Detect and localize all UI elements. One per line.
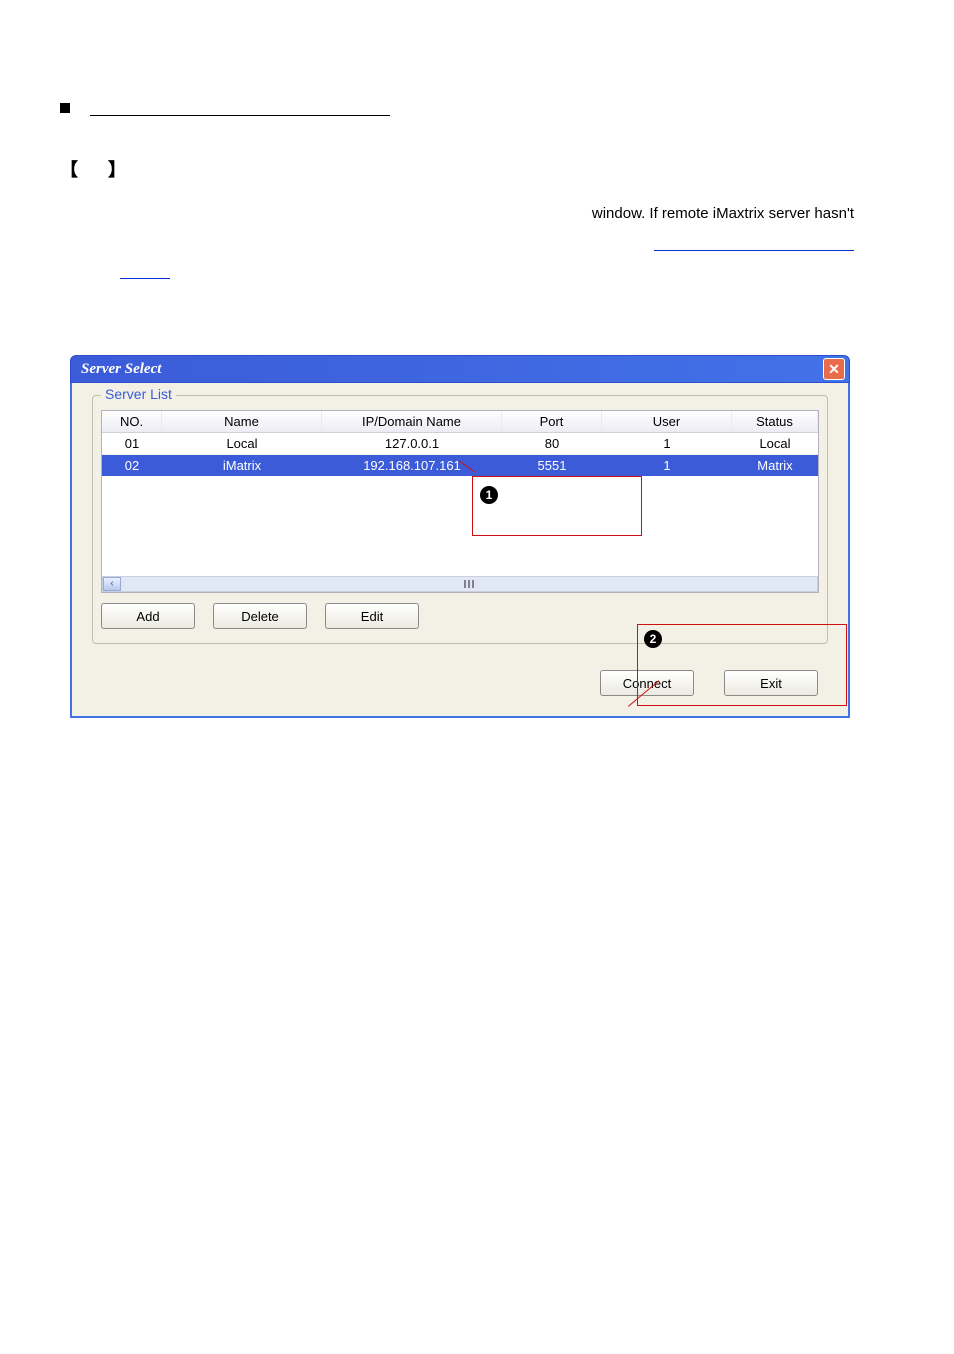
cell-port: 5551 — [502, 455, 602, 476]
col-header-status[interactable]: Status — [732, 411, 818, 432]
callout-box-2 — [637, 624, 847, 706]
table-row[interactable]: 01 Local 127.0.0.1 80 1 Local — [102, 433, 818, 455]
cell-ip: 192.168.107.161 — [322, 455, 502, 476]
cell-status: Local — [732, 433, 818, 455]
callout-number-2-icon: 2 — [644, 630, 662, 648]
delete-button[interactable]: Delete — [213, 603, 307, 629]
cell-port: 80 — [502, 433, 602, 455]
col-header-name[interactable]: Name — [162, 411, 322, 432]
col-header-no[interactable]: NO. — [102, 411, 162, 432]
link-line-2 — [60, 258, 894, 282]
edit-button[interactable]: Edit — [325, 603, 419, 629]
dialog-title: Server Select — [81, 361, 161, 378]
bracket-heading: 【 】 — [60, 156, 894, 182]
heading-bullet-row — [60, 100, 894, 116]
fragment-text: window. If remote iMaxtrix server hasn't — [592, 205, 854, 222]
link-placeholder-right[interactable] — [654, 233, 854, 251]
open-bracket-icon: 【 — [60, 160, 78, 180]
dialog-titlebar[interactable]: Server Select ✕ — [70, 355, 850, 383]
horizontal-scrollbar[interactable]: ‹ — [102, 576, 818, 592]
dialog-action-row: 2 Connect Exit — [92, 670, 828, 696]
scroll-handle-icon[interactable] — [459, 579, 479, 589]
close-icon: ✕ — [828, 361, 840, 378]
cell-user: 1 — [602, 455, 732, 476]
cell-status: Matrix — [732, 455, 818, 476]
cell-no: 01 — [102, 433, 162, 455]
cell-no: 02 — [102, 455, 162, 476]
cell-name: Local — [162, 433, 322, 455]
scroll-left-icon[interactable]: ‹ — [103, 577, 121, 591]
underline-placeholder — [90, 100, 390, 116]
close-button[interactable]: ✕ — [823, 358, 845, 380]
link-placeholder-left[interactable] — [120, 261, 170, 279]
close-bracket-icon: 】 — [108, 160, 126, 180]
server-list-fieldset: Server List NO. Name IP/Domain Name Port… — [92, 395, 828, 644]
dialog-body: Server List NO. Name IP/Domain Name Port… — [70, 383, 850, 718]
cell-ip: 127.0.0.1 — [322, 433, 502, 455]
callout-number-1-icon: 1 — [480, 486, 498, 504]
cell-name: iMatrix — [162, 455, 322, 476]
document-body: 【 】 window. If remote iMaxtrix server ha… — [0, 0, 954, 282]
fieldset-legend: Server List — [101, 386, 176, 402]
add-button[interactable]: Add — [101, 603, 195, 629]
cell-user: 1 — [602, 433, 732, 455]
bullet-square-icon — [60, 103, 70, 113]
col-header-user[interactable]: User — [602, 411, 732, 432]
server-select-dialog: Server Select ✕ Server List NO. Name IP/… — [70, 355, 850, 718]
col-header-ip[interactable]: IP/Domain Name — [322, 411, 502, 432]
table-row[interactable]: 02 iMatrix 192.168.107.161 5551 1 Matrix — [102, 455, 818, 476]
list-header: NO. Name IP/Domain Name Port User Status — [102, 411, 818, 433]
paragraph-fragment: window. If remote iMaxtrix server hasn't — [60, 202, 894, 226]
col-header-port[interactable]: Port — [502, 411, 602, 432]
list-empty-area: 1 — [102, 476, 818, 576]
server-list[interactable]: NO. Name IP/Domain Name Port User Status… — [101, 410, 819, 593]
callout-box-1 — [472, 476, 642, 536]
link-line-1 — [60, 230, 894, 254]
